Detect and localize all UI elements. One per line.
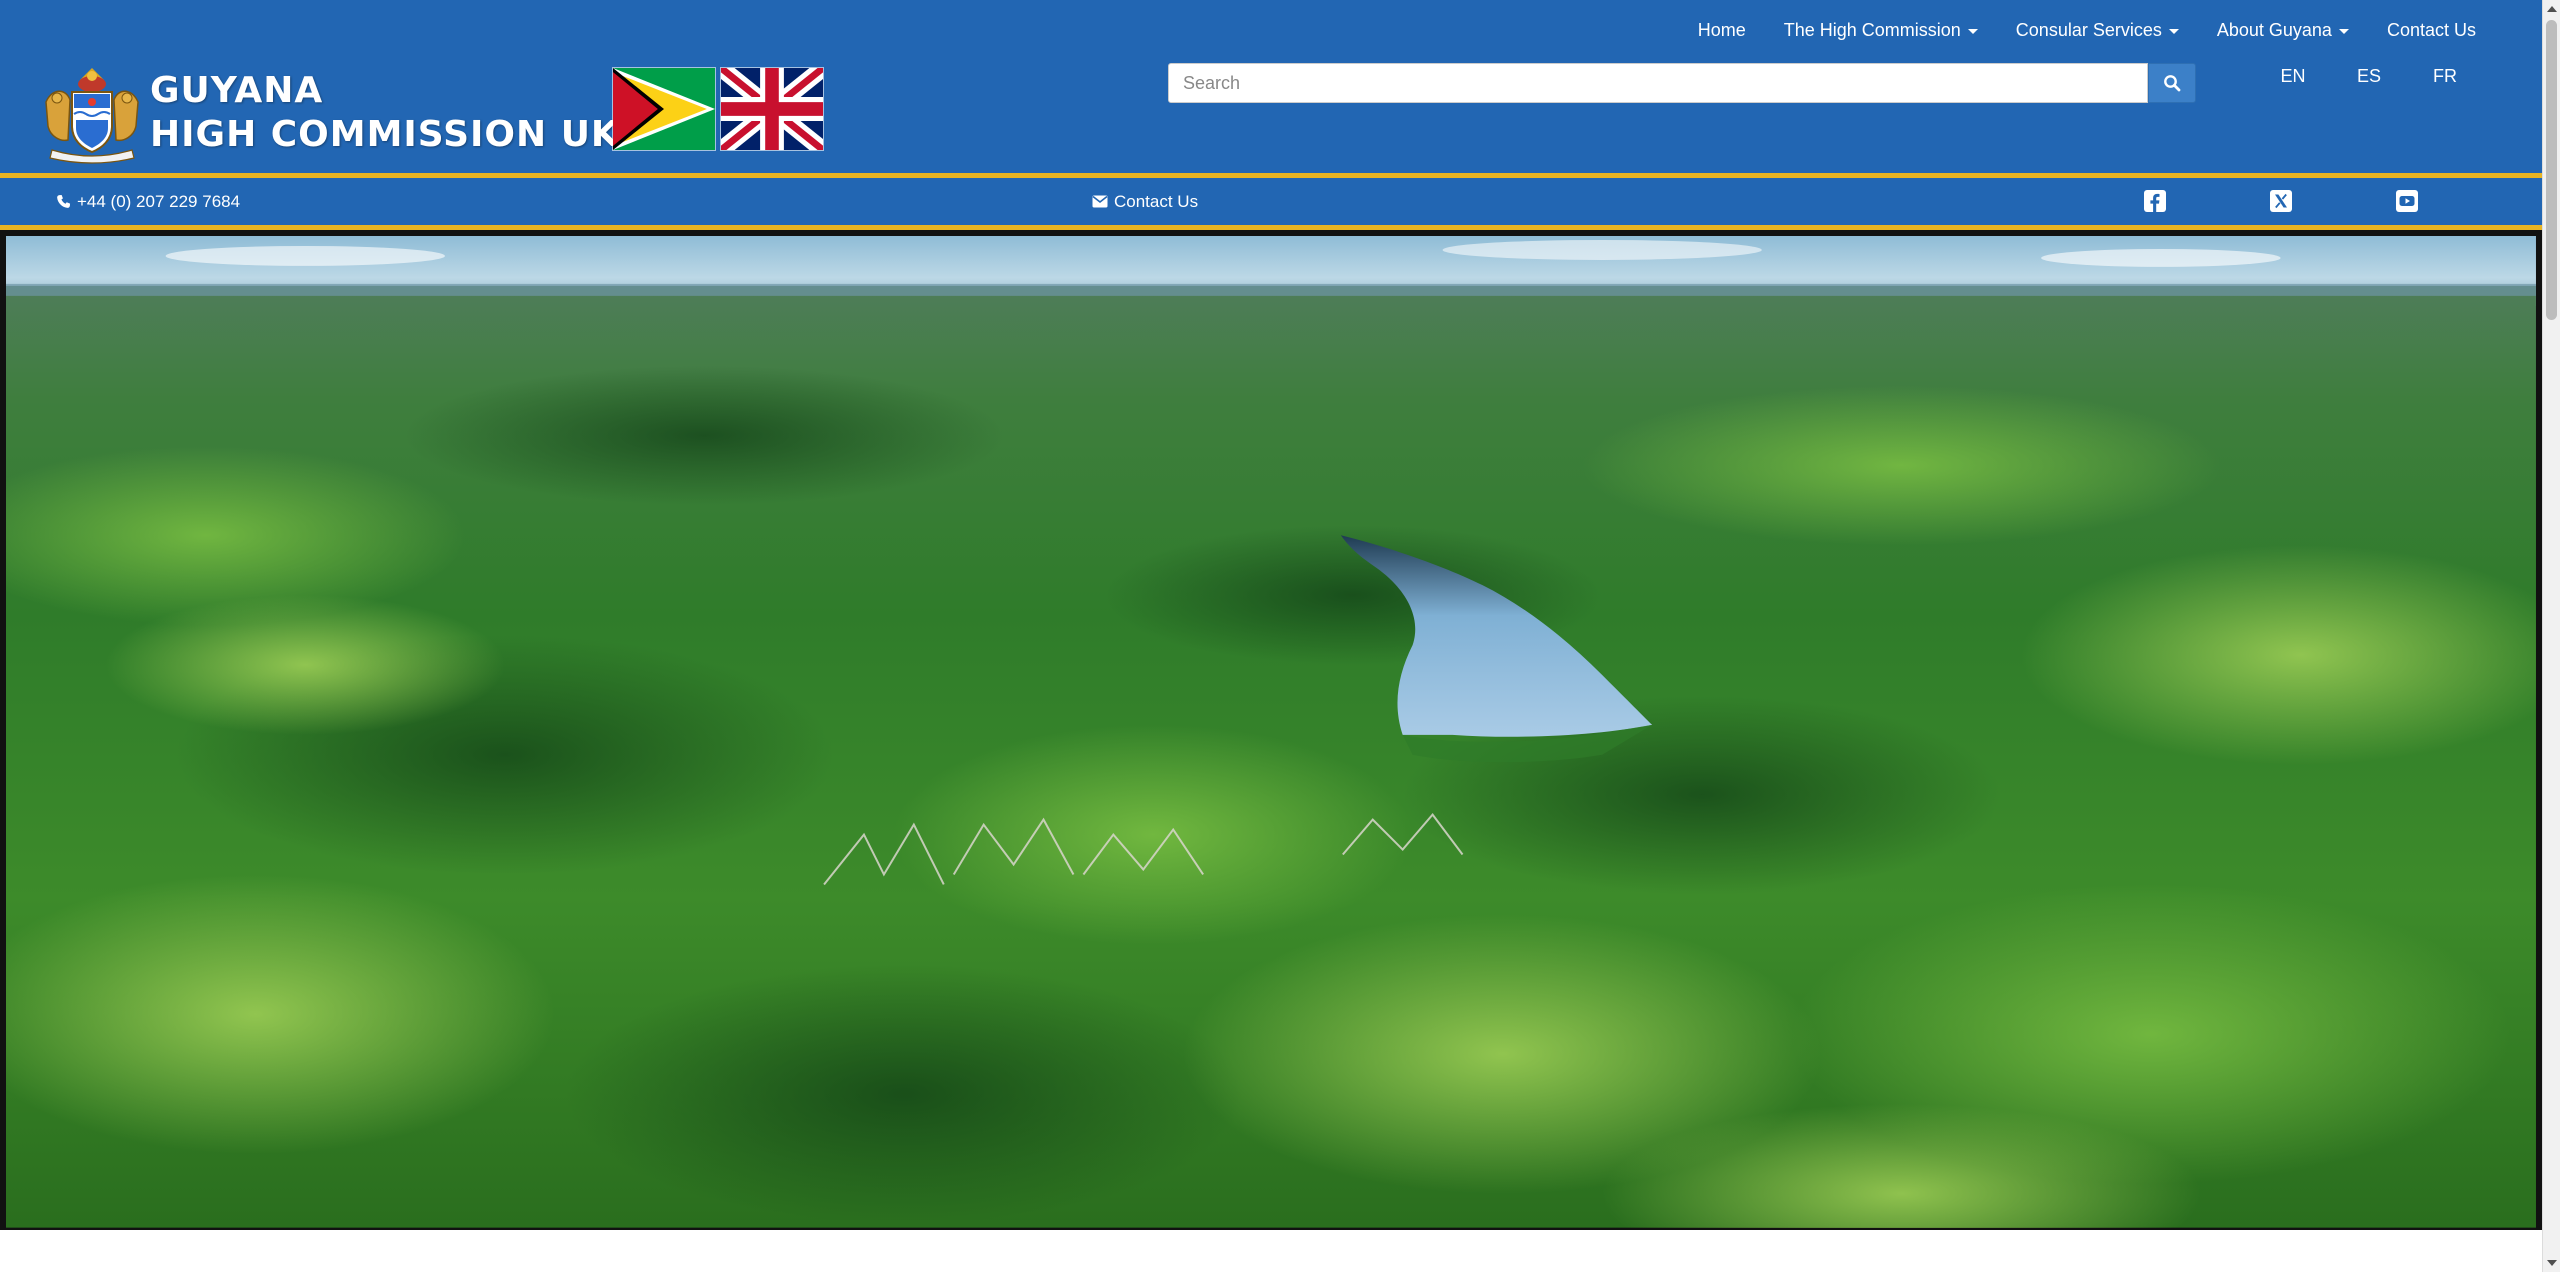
flags <box>612 67 824 151</box>
x-twitter-icon[interactable] <box>2270 190 2292 212</box>
scrollbar-thumb[interactable] <box>2546 20 2557 320</box>
phone-icon <box>57 194 71 208</box>
caret-down-icon <box>2338 28 2349 34</box>
lang-fr[interactable]: FR <box>2407 66 2483 87</box>
language-switcher: EN ES FR <box>2255 66 2483 87</box>
page: GUYANA HIGH COMMISSION UK Home The High … <box>0 0 2560 1272</box>
search-input[interactable] <box>1168 63 2148 103</box>
phone-number: +44 (0) 207 229 7684 <box>77 191 241 211</box>
uk-flag-icon <box>720 67 824 151</box>
scroll-up-arrow-icon[interactable] <box>2547 6 2557 12</box>
site-header: GUYANA HIGH COMMISSION UK Home The High … <box>0 0 2542 173</box>
youtube-icon[interactable] <box>2396 190 2418 212</box>
hero-banner <box>0 230 2542 1230</box>
contact-us-link[interactable]: Contact Us <box>1092 178 1198 225</box>
nav-high-commission-label: The High Commission <box>1783 20 1961 40</box>
contact-us-label: Contact Us <box>1114 191 1199 211</box>
guyana-flag-icon <box>612 67 716 151</box>
nav-contact-us-label: Contact Us <box>2386 20 2476 40</box>
brand-logo-link[interactable]: GUYANA HIGH COMMISSION UK <box>38 62 620 164</box>
nav-about-guyana-label: About Guyana <box>2216 20 2332 40</box>
phone-link[interactable]: +44 (0) 207 229 7684 <box>56 178 240 225</box>
nav-about-guyana[interactable]: About Guyana <box>2217 18 2349 42</box>
search-button[interactable] <box>2148 63 2196 103</box>
nav-consular-services-label: Consular Services <box>2015 20 2162 40</box>
facebook-icon[interactable] <box>2144 190 2166 212</box>
nav-home[interactable]: Home <box>1698 18 1746 42</box>
search-form <box>1168 63 2196 103</box>
vertical-scrollbar[interactable] <box>2542 0 2560 1272</box>
lang-es[interactable]: ES <box>2331 66 2407 87</box>
caret-down-icon <box>2168 28 2179 34</box>
caret-down-icon <box>1967 28 1978 34</box>
nav-consular-services[interactable]: Consular Services <box>2016 18 2179 42</box>
search-icon <box>2164 75 2181 92</box>
brand-line-2: HIGH COMMISSION UK <box>150 114 620 155</box>
contact-bar: +44 (0) 207 229 7684 Contact Us <box>0 178 2542 225</box>
main-nav: Home The High Commission Consular Servic… <box>1698 18 2476 42</box>
nav-high-commission[interactable]: The High Commission <box>1784 18 1978 42</box>
rainforest-river-image <box>6 236 2536 1228</box>
nav-home-label: Home <box>1697 20 1746 40</box>
lang-en[interactable]: EN <box>2255 66 2331 87</box>
coat-of-arms-icon <box>45 68 139 164</box>
envelope-icon <box>1092 195 1108 208</box>
brand-text: GUYANA HIGH COMMISSION UK <box>150 69 620 157</box>
scroll-down-arrow-icon[interactable] <box>2547 1260 2557 1266</box>
brand-line-1: GUYANA <box>150 70 324 111</box>
nav-contact-us[interactable]: Contact Us <box>2387 18 2476 42</box>
